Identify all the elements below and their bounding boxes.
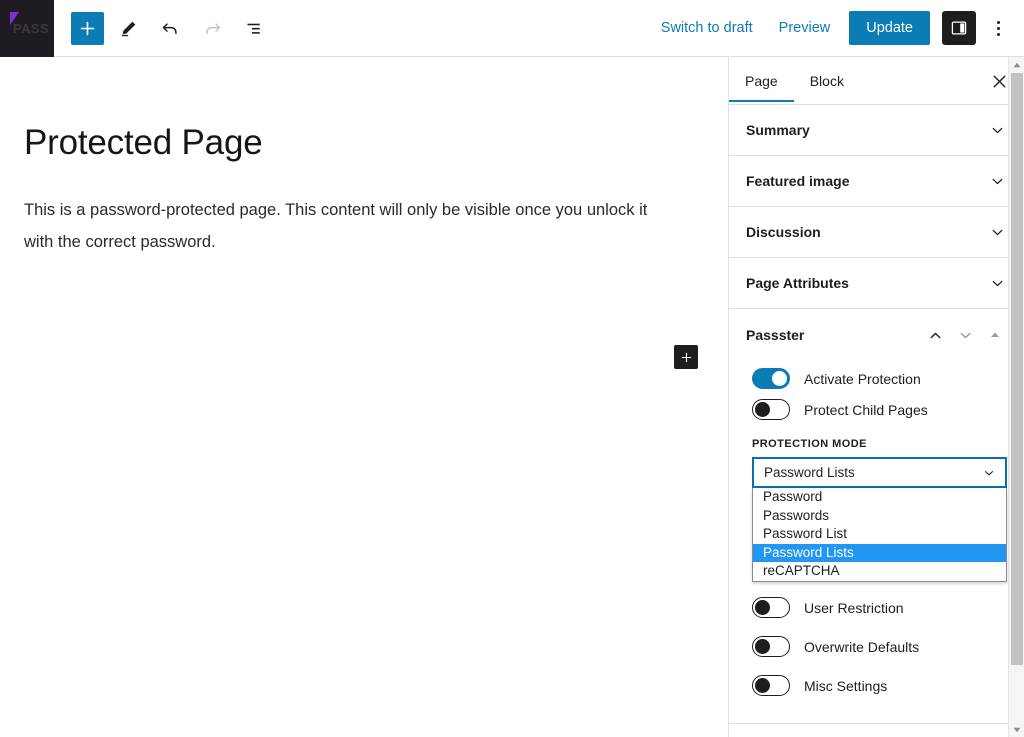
more-options-button[interactable] <box>982 11 1014 45</box>
toggle-switch[interactable] <box>752 399 790 420</box>
option-password[interactable]: Password <box>753 488 1006 507</box>
undo-button[interactable] <box>152 10 188 46</box>
kebab-dot <box>996 26 1000 30</box>
page-title[interactable]: Protected Page <box>24 123 263 163</box>
toggle-overwrite-defaults-label: Overwrite Defaults <box>804 638 920 655</box>
option-password-list[interactable]: Password List <box>753 525 1006 544</box>
redo-button[interactable] <box>194 10 230 46</box>
toggle-switch[interactable] <box>752 675 790 696</box>
sidebar-panel-icon <box>951 21 967 35</box>
toggle-switch[interactable] <box>752 636 790 657</box>
protection-mode-field: Password Lists Password Passwords Passwo… <box>752 457 1007 582</box>
toggle-user-restriction[interactable]: User Restriction <box>752 588 1007 627</box>
scroll-down-arrow[interactable] <box>1009 722 1024 737</box>
sidebar-tabs: Page Block <box>729 57 1024 105</box>
toggle-knob <box>755 639 770 654</box>
chevron-down-icon <box>992 127 1003 133</box>
panel-page-attributes-label: Page Attributes <box>746 275 849 291</box>
toggle-switch[interactable] <box>752 597 790 618</box>
plus-icon <box>681 352 691 362</box>
undo-icon <box>162 22 177 34</box>
editor-toolbar: PASS Switch to draft Preview Update <box>0 0 1024 57</box>
paragraph-block[interactable]: This is a password-protected page. This … <box>24 194 664 258</box>
panel-passster-header[interactable]: Passster <box>729 309 1024 361</box>
logo-text: PASS <box>13 20 50 36</box>
block-inserter-button[interactable] <box>674 345 698 369</box>
preview-button[interactable]: Preview <box>766 12 844 44</box>
chevron-down-icon <box>992 280 1003 286</box>
tools-button[interactable] <box>110 10 146 46</box>
toggle-activate-protection-label: Activate Protection <box>804 370 921 387</box>
toggle-activate-protection[interactable]: Activate Protection <box>752 363 1007 394</box>
scroll-up-arrow[interactable] <box>1009 57 1024 72</box>
toggle-knob <box>755 402 770 417</box>
toolbar-left-group <box>71 10 272 46</box>
toggle-switch[interactable] <box>752 368 790 389</box>
switch-to-draft-button[interactable]: Switch to draft <box>648 12 766 44</box>
list-view-button[interactable] <box>236 10 272 46</box>
chevron-down-icon <box>992 178 1003 184</box>
toggle-knob <box>755 600 770 615</box>
editor-app: PASS Switch to draft Preview Update Prot… <box>0 0 1024 737</box>
sidebar-scrollbar[interactable] <box>1008 57 1024 737</box>
toggle-knob <box>755 678 770 693</box>
settings-sidebar: Page Block Summary Featured image Discus… <box>728 57 1024 737</box>
panel-featured-image-label: Featured image <box>746 173 850 189</box>
panel-page-attributes[interactable]: Page Attributes <box>729 258 1024 309</box>
passster-logo: PASS <box>0 0 54 57</box>
panel-summary[interactable]: Summary <box>729 105 1024 156</box>
toggle-overwrite-defaults[interactable]: Overwrite Defaults <box>752 627 1007 666</box>
update-button[interactable]: Update <box>849 11 930 45</box>
panel-move-up-button[interactable] <box>920 320 950 350</box>
toggle-misc-settings[interactable]: Misc Settings <box>752 666 1007 705</box>
passster-bottom-toggles: User Restriction Overwrite Defaults Misc… <box>752 584 1007 705</box>
panel-discussion-label: Discussion <box>746 224 821 240</box>
toggle-protect-child-pages[interactable]: Protect Child Pages <box>752 394 1007 425</box>
panel-summary-label: Summary <box>746 122 810 138</box>
option-password-lists[interactable]: Password Lists <box>753 543 1006 562</box>
list-view-icon <box>247 23 260 34</box>
scroll-thumb[interactable] <box>1011 73 1023 665</box>
panel-move-down-button[interactable] <box>950 320 980 350</box>
add-block-button[interactable] <box>71 11 104 45</box>
toggle-misc-settings-label: Misc Settings <box>804 677 888 694</box>
protection-mode-value: Password Lists <box>764 465 855 480</box>
redo-icon <box>205 22 220 34</box>
close-icon <box>993 75 1005 87</box>
tab-block[interactable]: Block <box>794 59 860 102</box>
chevron-up-icon <box>930 332 940 338</box>
protection-mode-options-list[interactable]: Password Passwords Password List Passwor… <box>752 488 1007 582</box>
panel-pin-button[interactable] <box>980 320 1010 350</box>
toolbar-right-group: Switch to draft Preview Update <box>648 11 1024 45</box>
plus-icon <box>80 21 95 35</box>
option-recaptcha[interactable]: reCAPTCHA <box>753 562 1006 581</box>
triangle-up-icon <box>991 332 999 337</box>
kebab-dot <box>996 20 1000 24</box>
protection-mode-select[interactable]: Password Lists <box>752 457 1007 488</box>
chevron-down-icon <box>960 332 970 338</box>
toggle-knob <box>772 371 787 386</box>
option-passwords[interactable]: Passwords <box>753 507 1006 526</box>
panel-passster-body: Activate Protection Protect Child Pages … <box>729 361 1024 723</box>
chevron-down-icon <box>984 470 994 475</box>
triangle-down-icon <box>1013 727 1021 732</box>
pencil-icon <box>121 21 135 36</box>
panel-passster-label: Passster <box>746 327 805 343</box>
toggle-protect-child-pages-label: Protect Child Pages <box>804 401 928 418</box>
panel-featured-image[interactable]: Featured image <box>729 156 1024 207</box>
panel-passster: Passster Activate Protection Protect Chi… <box>729 309 1024 724</box>
editor-canvas[interactable]: Protected Page This is a password-protec… <box>0 57 728 722</box>
settings-sidebar-toggle-button[interactable] <box>942 11 976 45</box>
tab-page[interactable]: Page <box>729 59 794 102</box>
protection-mode-label: PROTECTION MODE <box>752 438 867 450</box>
triangle-up-icon <box>1013 62 1021 67</box>
toggle-user-restriction-label: User Restriction <box>804 599 904 616</box>
kebab-dot <box>996 32 1000 36</box>
panel-discussion[interactable]: Discussion <box>729 207 1024 258</box>
chevron-down-icon <box>992 229 1003 235</box>
